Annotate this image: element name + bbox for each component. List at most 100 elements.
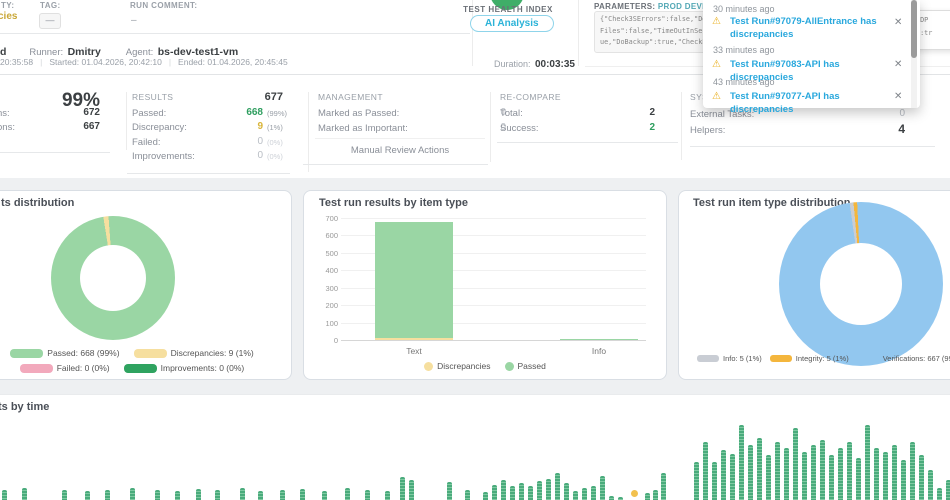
time-bar[interactable] [883, 452, 888, 500]
time-bar[interactable] [537, 481, 542, 500]
time-bar[interactable] [838, 448, 843, 500]
legend-item[interactable]: Info: 5 (1%) [697, 354, 762, 363]
legend-item[interactable]: Failed: 0 (0%) [20, 363, 110, 373]
time-bar[interactable] [564, 483, 569, 500]
time-bar[interactable] [600, 476, 605, 500]
legend-item[interactable]: Improvements: 0 (0%) [124, 363, 245, 373]
time-bar[interactable] [739, 425, 744, 500]
time-bar[interactable] [784, 448, 789, 500]
time-bar[interactable] [811, 445, 816, 500]
parameters-code[interactable]: {"Check3SErrors":false,"DetaileFiles":fa… [594, 11, 716, 53]
started-value: 01.04.2026, 20:42:10 [81, 57, 161, 67]
scrollbar-thumb[interactable] [911, 0, 917, 58]
time-bar[interactable] [465, 490, 470, 500]
time-bar[interactable] [856, 458, 861, 500]
time-bar[interactable] [694, 462, 699, 500]
time-bar[interactable] [130, 488, 135, 500]
tag-chip[interactable]: — [39, 13, 61, 29]
time-bar[interactable] [775, 442, 780, 500]
time-bar[interactable] [555, 473, 560, 500]
close-icon[interactable]: ✕ [894, 59, 902, 70]
time-bar[interactable] [802, 452, 807, 500]
time-bar[interactable] [105, 490, 110, 500]
time-bar[interactable] [793, 428, 798, 500]
time-bar[interactable] [492, 485, 497, 500]
time-bar[interactable] [865, 425, 870, 500]
time-bar[interactable] [653, 490, 658, 500]
ai-analysis-button[interactable]: AI Analysis [470, 15, 554, 32]
time-bar[interactable] [400, 477, 405, 500]
time-bar[interactable] [175, 491, 180, 500]
notification-link[interactable]: Test Run#97079-AllEntrance has discrepan… [730, 16, 892, 41]
time-bar[interactable] [573, 491, 578, 500]
time-bar[interactable] [22, 488, 27, 500]
time-bar[interactable] [546, 479, 551, 500]
bar-discrepancies-text[interactable] [375, 338, 453, 340]
time-bar[interactable] [946, 480, 950, 500]
time-bar[interactable] [937, 488, 942, 500]
legend-item[interactable]: Discrepancies: 9 (1%) [134, 348, 254, 358]
time-bar[interactable] [300, 489, 305, 500]
results-by-time-chart[interactable] [0, 397, 950, 500]
time-bar[interactable] [483, 492, 488, 500]
legend-item[interactable]: Passed [505, 361, 546, 371]
time-bar[interactable] [62, 490, 67, 500]
time-bar[interactable] [322, 491, 327, 500]
time-bar[interactable] [215, 490, 220, 500]
time-bar[interactable] [901, 460, 906, 500]
time-bar[interactable] [582, 488, 587, 500]
item-type-distribution-donut[interactable] [779, 202, 943, 366]
legend-item[interactable]: Passed: 668 (99%) [10, 348, 119, 358]
time-bar[interactable] [766, 455, 771, 500]
time-bar[interactable] [519, 483, 524, 500]
legend-item[interactable]: Verifications: 667 (99%) [857, 354, 950, 363]
duration-label: Duration: [494, 59, 531, 69]
time-bar[interactable] [661, 473, 666, 500]
time-bar[interactable] [910, 442, 915, 500]
time-bar[interactable] [847, 442, 852, 500]
time-bar[interactable] [829, 455, 834, 500]
time-bar[interactable] [730, 454, 735, 500]
time-bar[interactable] [919, 455, 924, 500]
time-bar[interactable] [748, 445, 753, 500]
time-bar[interactable] [892, 445, 897, 500]
time-bar[interactable] [240, 488, 245, 500]
time-bar[interactable] [721, 450, 726, 500]
time-marker-dot[interactable] [631, 490, 638, 497]
time-bar[interactable] [874, 448, 879, 500]
time-bar[interactable] [345, 488, 350, 500]
time-bar[interactable] [703, 442, 708, 500]
system-row-value: 4 [855, 122, 905, 136]
time-bar[interactable] [510, 486, 515, 500]
time-bar[interactable] [2, 490, 7, 500]
manual-review-actions-link[interactable]: Manual Review Actions [330, 145, 470, 156]
time-bar[interactable] [385, 491, 390, 500]
bar-passed-info[interactable] [560, 339, 638, 340]
legend-item[interactable]: Discrepancies [424, 361, 490, 371]
time-bar[interactable] [712, 462, 717, 500]
time-bar[interactable] [591, 486, 596, 500]
time-bar[interactable] [609, 496, 614, 500]
time-bar[interactable] [928, 470, 933, 500]
legend-item[interactable]: Integrity: 5 (1%) [770, 354, 849, 363]
time-bar[interactable] [645, 493, 650, 500]
results-distribution-donut[interactable] [51, 216, 175, 340]
time-bar[interactable] [528, 486, 533, 500]
time-bar[interactable] [409, 480, 414, 500]
time-bar[interactable] [447, 482, 452, 500]
parameters-code-line: {"Check3SErrors":false,"Detaile [600, 15, 716, 23]
time-bar[interactable] [501, 480, 506, 500]
time-bar[interactable] [820, 440, 825, 500]
notification-link[interactable]: Test Run#97077-API has discrepancies [730, 91, 892, 116]
close-icon[interactable]: ✕ [894, 91, 902, 102]
x-category-label: Info [569, 346, 629, 356]
time-bar[interactable] [85, 491, 90, 500]
time-bar[interactable] [196, 489, 201, 500]
close-icon[interactable]: ✕ [894, 17, 902, 28]
time-bar[interactable] [280, 490, 285, 500]
time-bar[interactable] [155, 490, 160, 500]
time-bar[interactable] [365, 490, 370, 500]
bar-passed-text[interactable] [375, 222, 453, 338]
time-bar[interactable] [757, 438, 762, 500]
time-bar[interactable] [258, 491, 263, 500]
